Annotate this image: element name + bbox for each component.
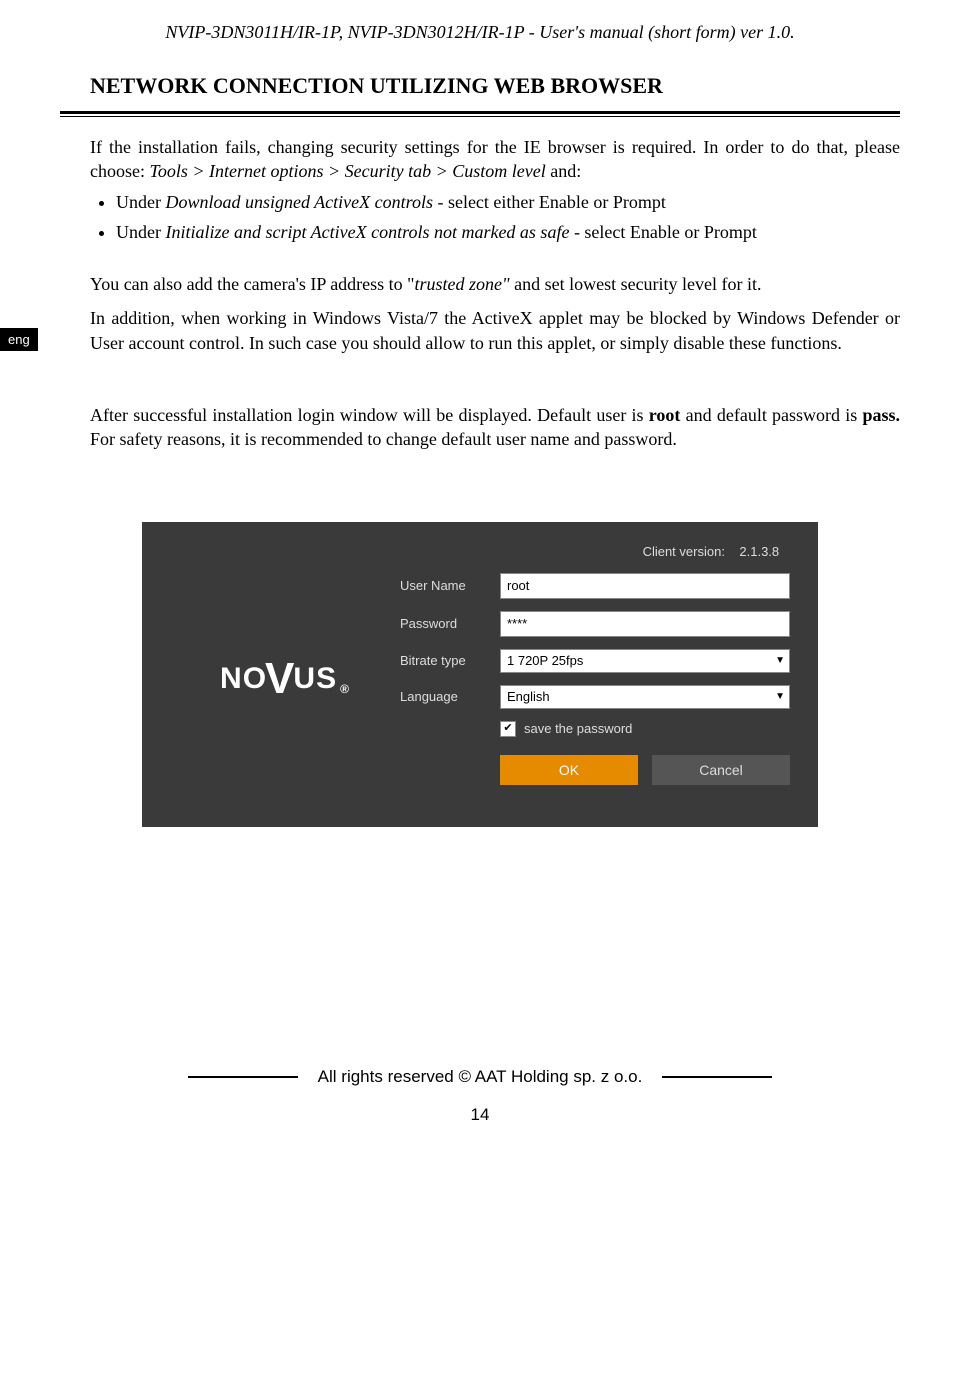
section-title: NETWORK CONNECTION UTILIZING WEB BROWSER [90,73,900,99]
logo-reg: ® [340,682,350,696]
username-label: User Name [400,578,500,593]
text-bold: root [649,405,681,425]
text-italic: Initialize and script ActiveX controls n… [165,222,569,242]
footer-bar [188,1076,298,1078]
footer-text: All rights reserved © AAT Holding sp. z … [318,1067,643,1087]
text: Under [116,192,165,212]
bitrate-select[interactable]: 1 720P 25fps ▼ [500,649,790,673]
language-tab: eng [0,328,38,351]
save-password-label: save the password [524,721,632,736]
password-input[interactable] [500,611,790,637]
bitrate-label: Bitrate type [400,653,500,668]
text: For safety reasons, it is recommended to… [90,429,677,449]
cancel-button[interactable]: Cancel [652,755,790,785]
language-select[interactable]: English ▼ [500,685,790,709]
text: - select either Enable or Prompt [433,192,666,212]
text: and default password is [680,405,862,425]
text-italic: trusted zone" [415,274,510,294]
text: and set lowest security level for it. [510,274,762,294]
logo-text: V [265,661,295,696]
body-text: If the installation fails, changing secu… [90,135,900,452]
client-version-value: 2.1.3.8 [739,544,779,559]
bullet-item: Under Download unsigned ActiveX controls… [116,190,900,214]
page-number: 14 [0,1105,960,1135]
paragraph: In addition, when working in Windows Vis… [90,306,900,355]
text: - select Enable or Prompt [569,222,756,242]
novus-logo: NOVUS® [220,661,350,696]
logo-text: US [293,662,337,696]
doc-header: NVIP-3DN3011H/IR-1P, NVIP-3DN3012H/IR-1P… [60,22,900,43]
text-italic: Tools > Internet options > Security tab … [149,161,550,181]
text: After successful installation login wind… [90,405,649,425]
chevron-down-icon: ▼ [775,691,785,702]
text-bold: pass. [862,405,900,425]
logo-text: NO [220,662,267,696]
save-password-checkbox[interactable]: ✔ [500,721,516,737]
footer-bar [662,1076,772,1078]
username-input[interactable] [500,573,790,599]
ok-button[interactable]: OK [500,755,638,785]
text: and: [550,161,581,181]
language-label: Language [400,689,500,704]
text-italic: Download unsigned ActiveX controls [165,192,432,212]
text: You can also add the camera's IP address… [90,274,415,294]
password-label: Password [400,616,500,631]
client-version-label: Client version: [643,544,725,559]
language-value: English [507,689,550,704]
chevron-down-icon: ▼ [775,655,785,666]
divider [60,111,900,117]
bitrate-value: 1 720P 25fps [507,653,583,668]
text: Under [116,222,165,242]
login-dialog: Client version: 2.1.3.8 NOVUS® User Name… [142,522,818,827]
bullet-item: Under Initialize and script ActiveX cont… [116,220,900,244]
